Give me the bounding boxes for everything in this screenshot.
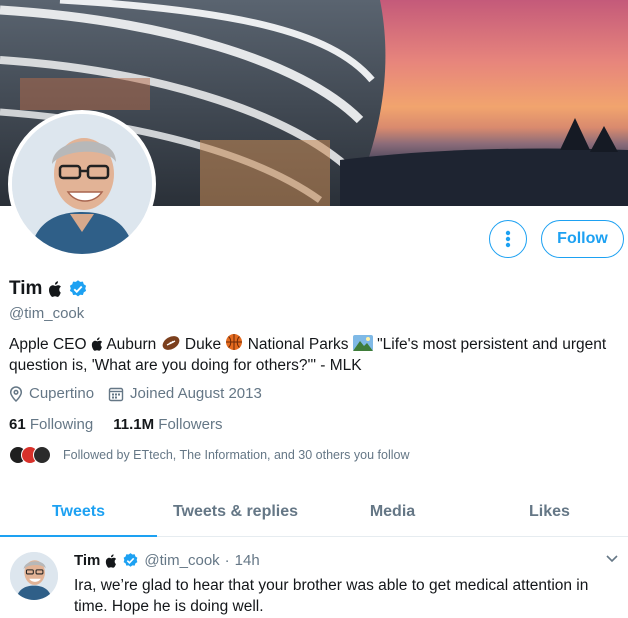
following-link[interactable]: 61 Following	[9, 416, 93, 433]
tab-tweets-replies[interactable]: Tweets & replies	[157, 488, 314, 536]
basketball-icon	[226, 334, 243, 350]
profile-handle: @tim_cook	[9, 305, 85, 322]
joined-text: Joined August 2013	[130, 385, 262, 402]
tab-likes[interactable]: Likes	[471, 488, 628, 536]
tweet[interactable]: Tim @tim_cook · 14h Ira, we’re glad to h…	[0, 538, 628, 618]
followers-count: 11.1M	[113, 416, 155, 433]
profile-avatar[interactable]	[8, 110, 156, 258]
following-count: 61	[9, 416, 26, 433]
calendar-icon	[108, 387, 124, 401]
mutual-avatar	[33, 446, 51, 464]
follow-button[interactable]: Follow	[541, 220, 624, 258]
more-options-button[interactable]	[489, 220, 527, 258]
apple-icon	[106, 553, 117, 568]
follow-stats: 61 Following 11.1M Followers	[9, 416, 222, 433]
location-item: Cupertino	[9, 385, 94, 402]
profile-name-row: Tim	[9, 278, 88, 300]
tweet-author-name[interactable]: Tim	[74, 552, 100, 569]
football-icon	[162, 336, 179, 350]
followers-label: Followers	[158, 416, 223, 433]
mutual-avatars	[9, 446, 51, 464]
profile-meta: Cupertino Joined August 2013	[9, 385, 262, 402]
location-icon	[9, 385, 23, 402]
bio-part-4: National Parks	[247, 336, 349, 353]
avatar-image	[12, 114, 152, 254]
verified-icon	[124, 553, 138, 567]
chevron-down-icon[interactable]	[605, 554, 619, 564]
tweet-time[interactable]: 14h	[235, 552, 260, 569]
tweet-avatar[interactable]	[10, 552, 58, 600]
apple-icon	[49, 281, 62, 297]
tweet-header: Tim @tim_cook · 14h	[74, 552, 260, 569]
profile-name: Tim	[9, 278, 43, 299]
avatar-image	[10, 552, 58, 600]
apple-icon	[91, 337, 102, 351]
bio-part-1: Apple CEO	[9, 336, 87, 353]
tab-tweets[interactable]: Tweets	[0, 488, 157, 537]
bio-part-2: Auburn	[106, 336, 157, 353]
followers-link[interactable]: 11.1M Followers	[113, 416, 222, 433]
verified-icon	[70, 280, 87, 297]
tweet-handle[interactable]: @tim_cook	[144, 552, 219, 569]
bio-part-3: Duke	[184, 336, 222, 353]
tweet-text: Ira, we’re glad to hear that your brothe…	[74, 577, 589, 615]
more-icon	[505, 230, 511, 248]
location-text: Cupertino	[29, 385, 95, 402]
followed-by[interactable]: Followed by ETtech, The Information, and…	[9, 446, 409, 464]
followed-by-text: Followed by ETtech, The Information, and…	[63, 448, 410, 462]
following-label: Following	[29, 416, 94, 433]
national-park-icon	[352, 335, 373, 351]
profile-tabs: Tweets Tweets & replies Media Likes	[0, 488, 628, 537]
tweet-separator: ·	[224, 552, 230, 569]
joined-item: Joined August 2013	[108, 385, 262, 402]
profile-bio: Apple CEO Auburn Duke National Parks "Li…	[9, 333, 609, 376]
tab-media[interactable]: Media	[314, 488, 471, 536]
